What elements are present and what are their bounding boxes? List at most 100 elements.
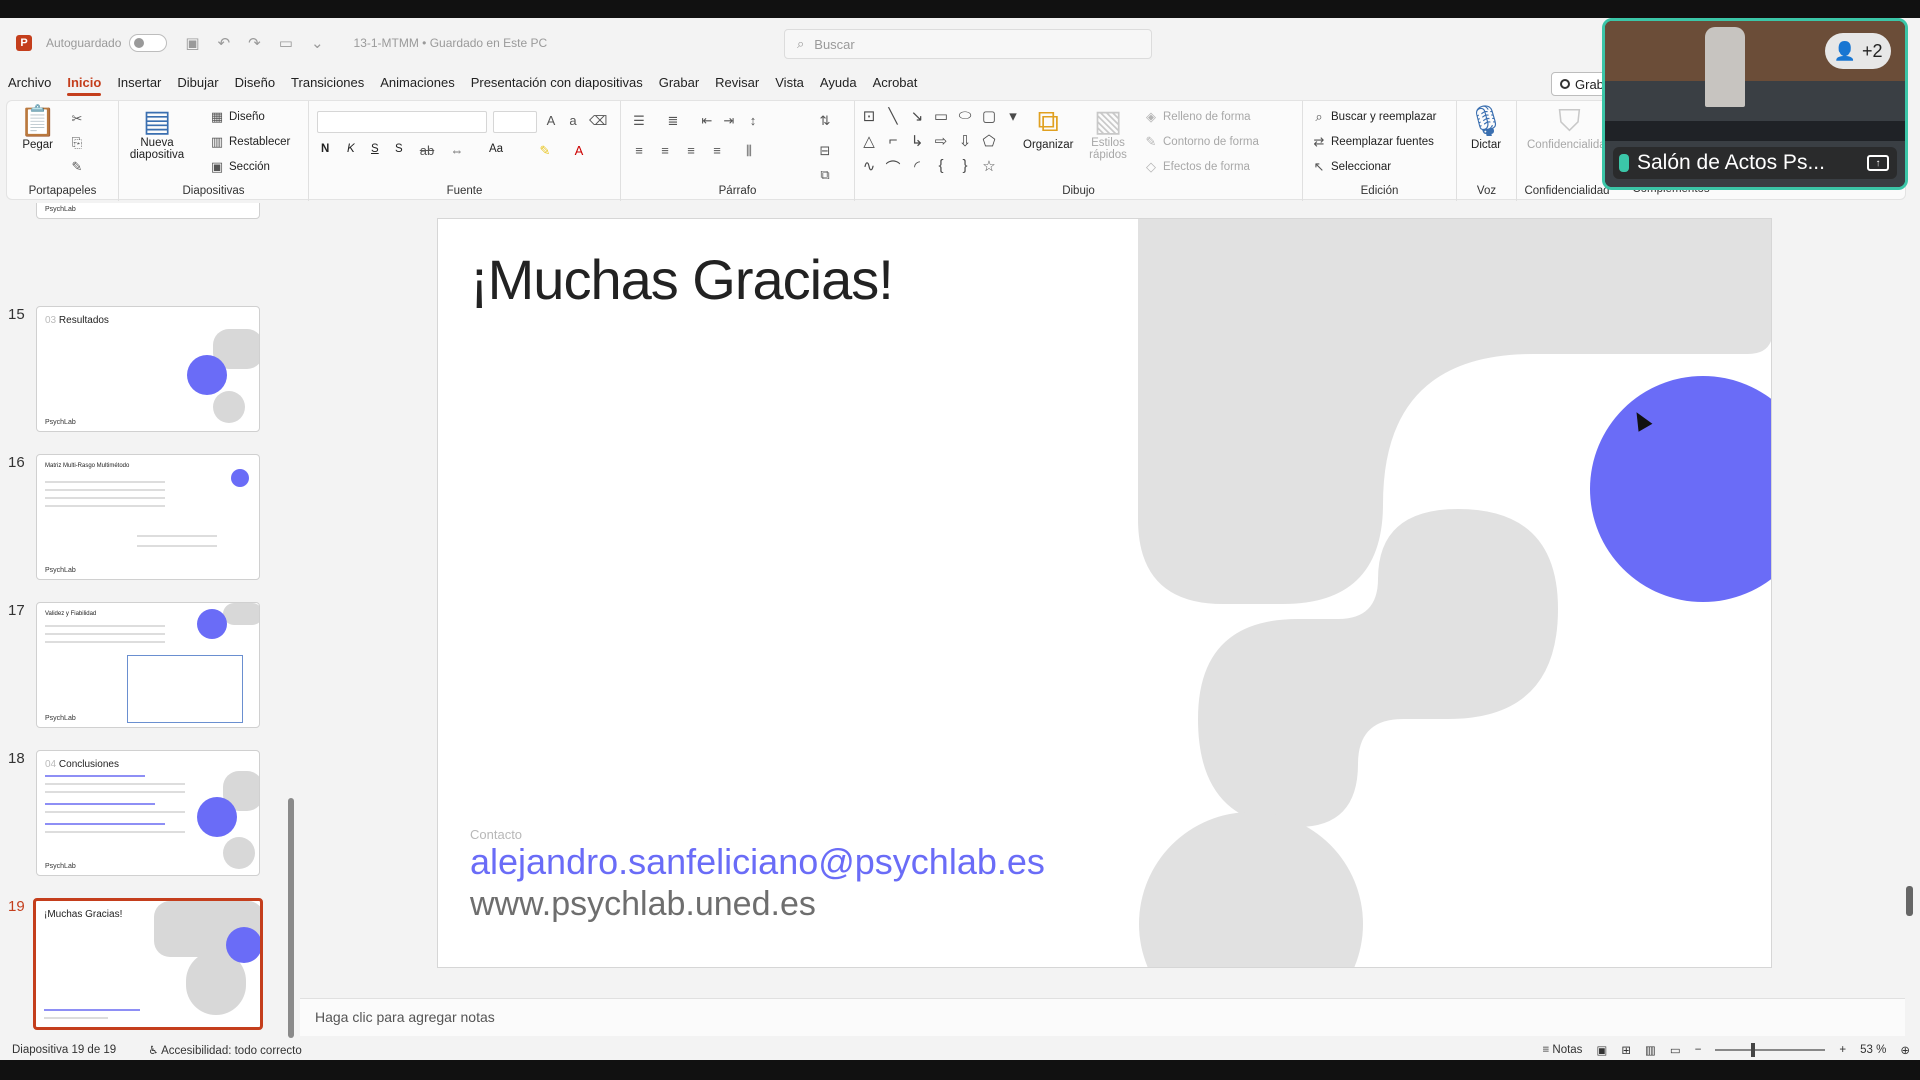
underline-button[interactable]: S bbox=[371, 143, 379, 155]
layout-button[interactable]: ▦ Diseño bbox=[209, 109, 265, 125]
justify-icon[interactable]: ≡ bbox=[709, 143, 725, 158]
tab-dibujar[interactable]: Dibujar bbox=[169, 68, 226, 98]
elbow-connector-icon[interactable]: ⌐ bbox=[883, 132, 903, 157]
tab-archivo[interactable]: Archivo bbox=[0, 68, 59, 98]
document-title[interactable]: 13-1-MTMM • Guardado en Este PC bbox=[354, 36, 548, 50]
grow-font-icon[interactable]: A bbox=[543, 113, 559, 128]
thumbnails-scroll-thumb[interactable] bbox=[288, 798, 294, 1038]
scribble-shape-icon[interactable]: ∿ bbox=[859, 157, 879, 182]
slide-thumbnail[interactable]: 04 Conclusiones PsychLab bbox=[36, 750, 260, 876]
slide-thumbnail[interactable]: Matriz Multi-Rasgo Multimétodo PsychLab bbox=[36, 454, 260, 580]
tab-presentacion[interactable]: Presentación con diapositivas bbox=[463, 68, 651, 98]
text-direction-icon[interactable]: ⇅ bbox=[817, 113, 833, 129]
slide-sorter-icon[interactable]: ⊞ bbox=[1621, 1043, 1631, 1057]
curve-shape-icon[interactable]: ⌒ bbox=[883, 157, 903, 182]
left-brace-icon[interactable]: { bbox=[931, 157, 951, 182]
format-painter-icon[interactable]: ✎ bbox=[69, 159, 85, 175]
italic-button[interactable]: K bbox=[347, 143, 355, 155]
clear-format-icon[interactable]: ⌫ bbox=[589, 113, 607, 129]
font-size-combo[interactable] bbox=[493, 111, 537, 133]
numbering-icon[interactable]: ≣ bbox=[665, 113, 681, 129]
tab-acrobat[interactable]: Acrobat bbox=[865, 68, 926, 98]
slide-canvas[interactable]: ¡Muchas Gracias! Contacto alejandro.sanf… bbox=[437, 218, 1772, 968]
tab-vista[interactable]: Vista bbox=[767, 68, 812, 98]
rounded-rect-shape-icon[interactable]: ▢ bbox=[979, 107, 999, 132]
arrow-line-shape-icon[interactable]: ↘ bbox=[907, 107, 927, 132]
shapes-gallery[interactable]: ⊡ ╲ ↘ ▭ ⬭ ▢ ▾ △ ⌐ ↳ ⇨ ⇩ ⬠ ∿ ⌒ ◜{} ☆ bbox=[859, 107, 1017, 182]
font-name-combo[interactable] bbox=[317, 111, 487, 133]
tab-diseno[interactable]: Diseño bbox=[227, 68, 283, 98]
notes-pane[interactable]: Haga clic para agregar notas bbox=[300, 998, 1905, 1036]
zoom-in-icon[interactable]: + bbox=[1839, 1044, 1846, 1056]
zoom-out-icon[interactable]: − bbox=[1695, 1044, 1702, 1056]
tab-ayuda[interactable]: Ayuda bbox=[812, 68, 865, 98]
freeform-shape-icon[interactable]: ⬠ bbox=[979, 132, 999, 157]
zoom-slider[interactable] bbox=[1715, 1043, 1826, 1057]
section-button[interactable]: ▣ Sección bbox=[209, 159, 270, 175]
shape-fill-button[interactable]: ◈ Relleno de forma bbox=[1143, 109, 1251, 125]
line-shape-icon[interactable]: ╲ bbox=[883, 107, 903, 132]
shape-outline-button[interactable]: ✎ Contorno de forma bbox=[1143, 134, 1259, 150]
align-text-icon[interactable]: ⊟ bbox=[817, 143, 833, 159]
slide-thumbnail[interactable]: Validez y Fiabilidad PsychLab bbox=[36, 602, 260, 728]
cut-icon[interactable]: ✂ bbox=[69, 111, 85, 127]
redo-icon[interactable]: ↷ bbox=[248, 34, 261, 52]
zoom-level[interactable]: 53 % bbox=[1860, 1044, 1886, 1056]
video-call-overlay[interactable]: 👤 +2 Salón de Actos Ps... ↑ bbox=[1602, 18, 1908, 190]
textbox-shape-icon[interactable]: ⊡ bbox=[859, 107, 879, 132]
oval-shape-icon[interactable]: ⬭ bbox=[955, 107, 975, 132]
shape-effects-button[interactable]: ◇ Efectos de forma bbox=[1143, 159, 1250, 175]
select-button[interactable]: ↖ Seleccionar bbox=[1311, 159, 1392, 175]
accessibility-status[interactable]: ♿ Accesibilidad: todo correcto bbox=[148, 1043, 302, 1057]
increase-indent-icon[interactable]: ⇥ bbox=[721, 113, 737, 129]
reading-view-icon[interactable]: ▥ bbox=[1645, 1043, 1656, 1057]
thumbnails-scrollbar[interactable] bbox=[287, 218, 295, 1038]
autosave-toggle[interactable] bbox=[129, 34, 168, 52]
replace-fonts-button[interactable]: ⇄ Reemplazar fuentes bbox=[1311, 134, 1434, 150]
slideshow-icon[interactable]: ▭ bbox=[1670, 1043, 1681, 1057]
customize-qat-icon[interactable]: ⌄ bbox=[311, 34, 324, 52]
reset-button[interactable]: ▥ Restablecer bbox=[209, 134, 291, 150]
tab-transiciones[interactable]: Transiciones bbox=[283, 68, 372, 98]
popout-icon[interactable]: ↑ bbox=[1867, 155, 1889, 171]
tab-inicio[interactable]: Inicio bbox=[59, 68, 109, 98]
triangle-shape-icon[interactable]: △ bbox=[859, 132, 879, 157]
right-brace-icon[interactable]: } bbox=[955, 157, 975, 182]
star-shape-icon[interactable]: ☆ bbox=[979, 157, 999, 182]
elbow-arrow-icon[interactable]: ↳ bbox=[907, 132, 927, 157]
decrease-indent-icon[interactable]: ⇤ bbox=[699, 113, 715, 129]
editor-scroll-thumb[interactable] bbox=[1906, 886, 1913, 916]
dictate-button[interactable]: 🎙 Dictar bbox=[1467, 107, 1505, 152]
editor-scrollbar[interactable] bbox=[1903, 218, 1917, 998]
down-arrow-shape-icon[interactable]: ⇩ bbox=[955, 132, 975, 157]
save-icon[interactable]: ▣ bbox=[185, 34, 199, 52]
find-replace-button[interactable]: ⌕ Buscar y reemplazar bbox=[1311, 109, 1436, 125]
contact-label[interactable]: Contacto bbox=[470, 827, 522, 842]
tab-animaciones[interactable]: Animaciones bbox=[372, 68, 462, 98]
undo-icon[interactable]: ↶ bbox=[218, 34, 231, 52]
align-center-icon[interactable]: ≡ bbox=[657, 143, 673, 158]
line-spacing-icon[interactable]: ↕ bbox=[745, 113, 761, 128]
arc-shape-icon[interactable]: ◜ bbox=[907, 157, 927, 182]
fit-slide-icon[interactable]: ⊕ bbox=[1900, 1043, 1910, 1057]
tab-revisar[interactable]: Revisar bbox=[707, 68, 767, 98]
shrink-font-icon[interactable]: a bbox=[565, 113, 581, 128]
right-arrow-shape-icon[interactable]: ⇨ bbox=[931, 132, 951, 157]
arrange-button[interactable]: ⧉ Organizar bbox=[1023, 107, 1074, 152]
copy-icon[interactable]: ⎘ bbox=[69, 135, 85, 151]
tab-grabar[interactable]: Grabar bbox=[651, 68, 707, 98]
rectangle-shape-icon[interactable]: ▭ bbox=[931, 107, 951, 132]
normal-view-icon[interactable]: ▣ bbox=[1596, 1043, 1607, 1057]
columns-icon[interactable]: ⫼ bbox=[741, 143, 757, 159]
change-case-button[interactable]: Aa bbox=[489, 143, 503, 155]
align-left-icon[interactable]: ≡ bbox=[631, 143, 647, 158]
slide-thumbnail[interactable]: PsychLab bbox=[36, 203, 260, 219]
align-right-icon[interactable]: ≡ bbox=[683, 143, 699, 158]
bold-button[interactable]: N bbox=[321, 143, 329, 155]
slide-thumbnail-selected[interactable]: ¡Muchas Gracias! bbox=[33, 898, 263, 1030]
slide-title[interactable]: ¡Muchas Gracias! bbox=[470, 247, 894, 312]
slide-thumbnail[interactable]: 03 Resultados PsychLab bbox=[36, 306, 260, 432]
bullets-icon[interactable]: ☰ bbox=[631, 113, 647, 129]
contact-email[interactable]: alejandro.sanfeliciano@psychlab.es bbox=[470, 841, 1045, 883]
sensitivity-button[interactable]: ⛉ Confidencialidad bbox=[1527, 107, 1612, 152]
